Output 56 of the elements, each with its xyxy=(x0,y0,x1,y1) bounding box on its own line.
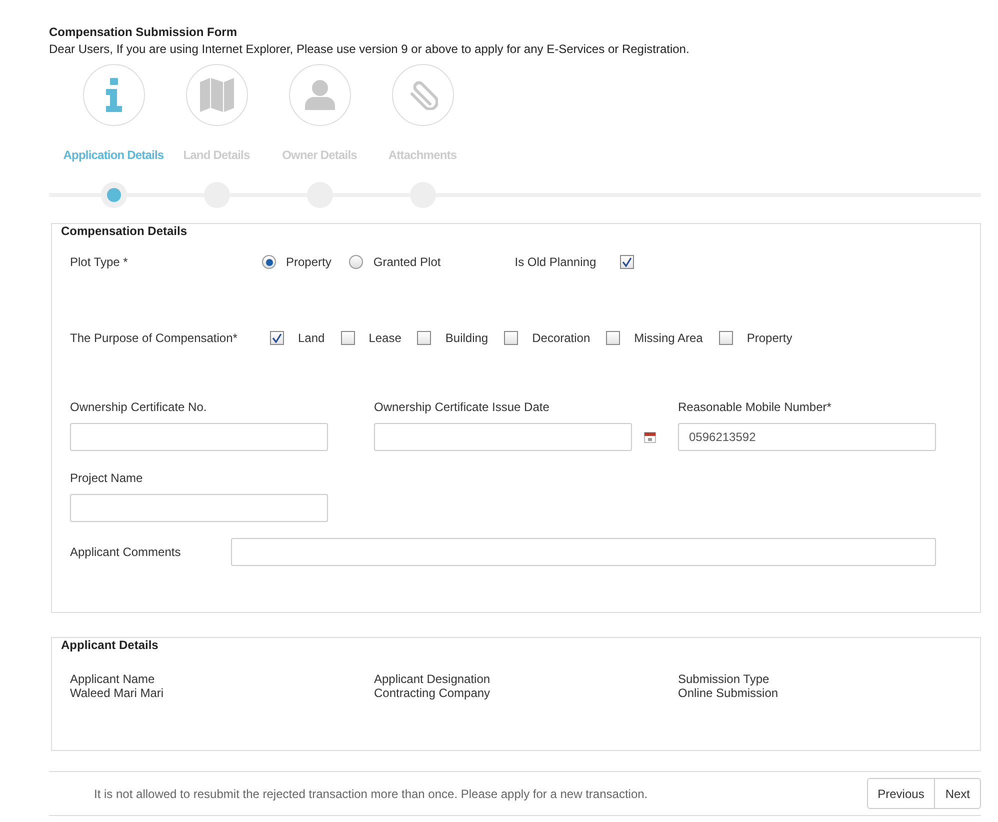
paperclip-icon xyxy=(408,80,438,110)
checkbox[interactable] xyxy=(718,331,733,345)
checkbox[interactable] xyxy=(340,331,355,345)
nav-button[interactable]: Next xyxy=(935,778,981,809)
field-label: Plot Type * xyxy=(70,255,129,269)
option-label: Granted Plot xyxy=(373,255,441,269)
detail-label: Applicant Name xyxy=(70,672,156,686)
option-label: Lease xyxy=(368,331,402,345)
info-icon xyxy=(104,78,122,112)
field-label: Ownership Certificate No. xyxy=(70,400,208,414)
input-field[interactable] xyxy=(374,423,632,451)
step-circle[interactable] xyxy=(82,64,144,126)
field-label: Applicant Comments xyxy=(70,545,182,559)
check-icon xyxy=(622,257,632,267)
option-label: Decoration xyxy=(532,331,590,345)
detail-value: Online Submission xyxy=(678,686,780,700)
checkbox[interactable] xyxy=(270,331,284,345)
option-label: Property xyxy=(746,331,792,345)
step-circle[interactable] xyxy=(288,64,350,126)
radio-button[interactable] xyxy=(349,255,364,269)
section-legend: Applicant Details xyxy=(59,638,160,652)
person-icon xyxy=(304,80,334,110)
field-label: The Purpose of Compensation* xyxy=(70,331,238,345)
option-label: Property xyxy=(286,255,332,269)
calendar-icon xyxy=(644,431,656,443)
detail-label: Applicant Designation xyxy=(374,672,492,686)
checkbox[interactable] xyxy=(620,255,634,269)
footer-note: It is not allowed to resubmit the rejected transaction more than once. Please apply for a new transaction. xyxy=(94,786,648,800)
detail-value: Contracting Company xyxy=(374,686,492,700)
field-label: Ownership Certificate Issue Date xyxy=(374,400,550,414)
check-icon xyxy=(272,333,282,343)
section-legend: Compensation Details xyxy=(59,224,190,238)
field-label: Reasonable Mobile Number* xyxy=(678,400,832,414)
option-label: Land xyxy=(298,331,325,345)
radio-button[interactable] xyxy=(262,255,276,269)
input-field[interactable]: 0596213592 xyxy=(678,423,936,451)
checkbox[interactable] xyxy=(606,331,620,345)
checkbox[interactable] xyxy=(504,331,518,345)
field-label: Is Old Planning xyxy=(514,255,596,269)
detail-value: Waleed Mari Mari xyxy=(70,686,165,700)
step-circle[interactable] xyxy=(186,64,248,126)
detail-label: Submission Type xyxy=(678,672,770,686)
step-tab[interactable]: Application Details xyxy=(63,148,164,162)
nav-button[interactable]: Previous xyxy=(866,778,936,809)
option-label: Building xyxy=(445,331,488,345)
input-field[interactable] xyxy=(70,494,328,522)
step-dot[interactable] xyxy=(100,182,126,208)
notice-text: Dear Users, If you are using Internet Explorer, Please use version 9 or above to apply for any E-Services or Registration. xyxy=(49,42,690,56)
input-field[interactable] xyxy=(230,538,936,566)
field-label: Project Name xyxy=(70,471,144,485)
step-circle[interactable] xyxy=(392,64,454,126)
map-icon xyxy=(198,78,234,112)
form-title: Compensation Submission Form xyxy=(49,25,238,39)
option-label: Missing Area xyxy=(634,331,703,345)
input-field[interactable] xyxy=(70,423,328,451)
checkbox[interactable] xyxy=(417,331,432,345)
